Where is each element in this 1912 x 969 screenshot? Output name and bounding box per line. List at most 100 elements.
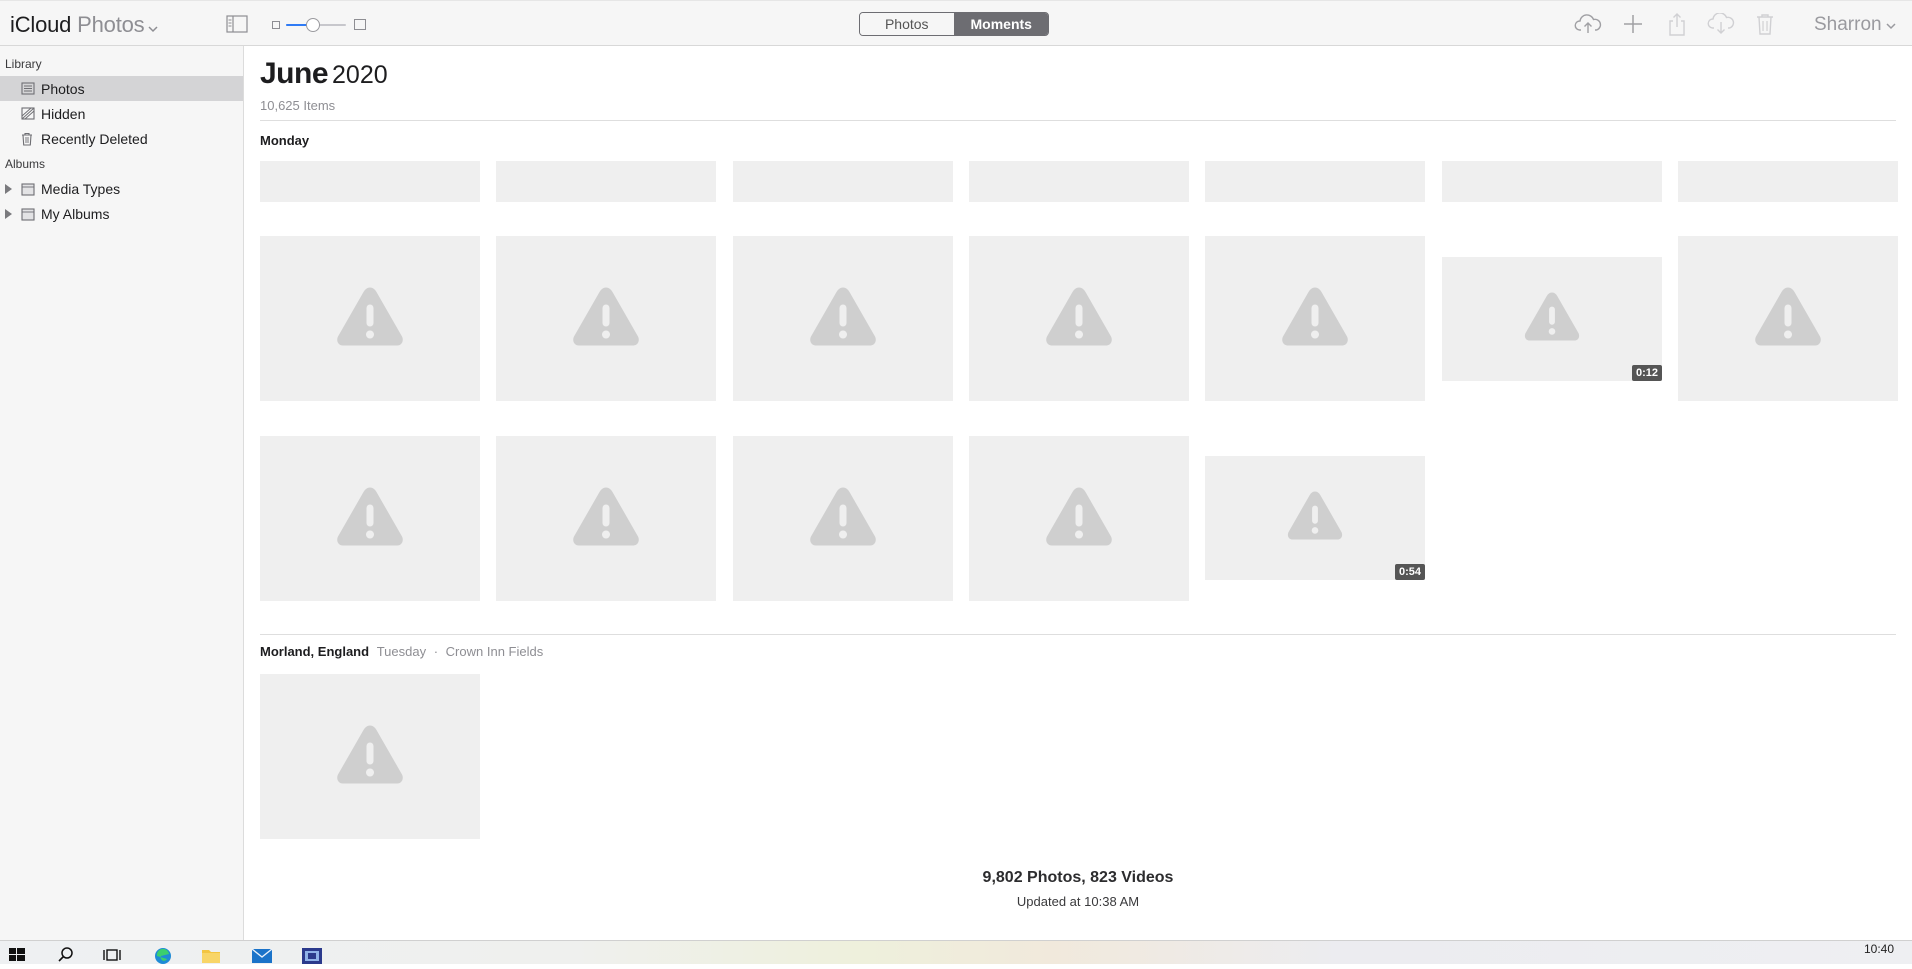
photo-thumbnail[interactable]: [260, 161, 480, 202]
sidebar-item-recently-deleted[interactable]: Recently Deleted: [0, 126, 243, 151]
trash-icon[interactable]: [1751, 11, 1779, 37]
windows-taskbar: 10:40: [0, 940, 1912, 964]
upload-icon[interactable]: [1574, 11, 1602, 37]
warning-icon: [1280, 284, 1350, 353]
photo-thumbnail[interactable]: [969, 161, 1189, 202]
sidebar-item-label: Media Types: [41, 181, 121, 197]
sidebar-item-label: My Albums: [41, 206, 110, 222]
library-totals: 9,802 Photos, 823 Videos: [982, 869, 1174, 886]
warning-icon: [1753, 284, 1823, 353]
item-count: 10,625 Items: [260, 98, 336, 113]
file-explorer-icon[interactable]: [201, 944, 221, 963]
warning-icon: [808, 484, 878, 553]
library-header: Library: [5, 57, 42, 71]
photo-thumbnail[interactable]: [733, 236, 953, 401]
moment-separator: ·: [433, 644, 439, 659]
photo-thumbnail[interactable]: [969, 236, 1189, 401]
sidebar-item-label: Photos: [41, 81, 85, 97]
hidden-icon: [21, 107, 35, 121]
warning-icon: [1044, 284, 1114, 353]
video-thumbnail[interactable]: 0:54: [1205, 456, 1425, 580]
disclosure-triangle-icon[interactable]: [5, 209, 12, 219]
photo-thumbnail[interactable]: [260, 236, 480, 401]
photo-thumbnail[interactable]: [260, 436, 480, 601]
warning-icon: [571, 484, 641, 553]
app-title-menu[interactable]: iCloud Photos: [10, 12, 158, 39]
search-icon[interactable]: [57, 944, 77, 962]
add-icon[interactable]: [1619, 11, 1647, 37]
zoom-track[interactable]: [286, 18, 346, 32]
edge-icon[interactable]: [153, 944, 173, 964]
photo-thumbnail[interactable]: [260, 674, 480, 839]
divider: [260, 120, 1896, 121]
moment-place: Morland, England: [260, 644, 370, 659]
chevron-down-icon: [148, 13, 158, 39]
moment-day: Tuesday: [376, 644, 427, 659]
divider: [260, 634, 1896, 635]
disclosure-triangle-icon[interactable]: [5, 184, 12, 194]
moment-sublocation[interactable]: Crown Inn Fields: [446, 644, 544, 659]
app-product: Photos: [77, 12, 145, 37]
last-updated: Updated at 10:38 AM: [1016, 894, 1140, 909]
sidebar-item-photos[interactable]: Photos: [0, 76, 243, 101]
task-view-icon[interactable]: [103, 944, 123, 962]
folder-icon: [21, 207, 35, 221]
app-icon[interactable]: [301, 944, 322, 964]
trash-icon: [21, 132, 35, 146]
chevron-down-icon: [1886, 14, 1896, 36]
photo-thumbnail[interactable]: [496, 236, 716, 401]
video-duration-badge: 0:12: [1631, 365, 1662, 381]
sidebar-item-label: Recently Deleted: [41, 131, 148, 147]
video-thumbnail[interactable]: 0:12: [1442, 257, 1662, 381]
photo-grid-view: June 2020 10,625 Items Monday 0:12 0:54 Mo…: [244, 46, 1912, 940]
top-toolbar: iCloud Photos Photos Moments Sharron: [0, 0, 1912, 46]
photos-icon: [21, 82, 35, 96]
folder-icon: [21, 182, 35, 196]
zoom-slider[interactable]: [272, 17, 368, 33]
view-switcher: Photos Moments: [859, 12, 1049, 36]
mail-icon[interactable]: [251, 944, 273, 963]
warning-icon: [335, 284, 405, 353]
photo-thumbnail[interactable]: [969, 436, 1189, 601]
moment-day-label: Monday: [260, 133, 310, 148]
photo-thumbnail[interactable]: [496, 161, 716, 202]
windows-start-icon[interactable]: [8, 944, 28, 962]
moment-location-header: Morland, England Tuesday · Crown Inn Fie…: [260, 644, 543, 659]
app-brand: iCloud: [10, 12, 72, 37]
warning-icon: [1044, 484, 1114, 553]
warning-icon: [335, 484, 405, 553]
photo-thumbnail[interactable]: [733, 161, 953, 202]
warning-icon: [335, 722, 405, 791]
sidebar-item-my-albums[interactable]: My Albums: [0, 201, 243, 226]
year-label: 2020: [332, 61, 388, 89]
large-thumbnail-icon: [354, 19, 366, 30]
sidebar-item-media-types[interactable]: Media Types: [0, 176, 243, 201]
photo-thumbnail[interactable]: [496, 436, 716, 601]
page-title: June 2020: [260, 57, 388, 91]
tab-moments[interactable]: Moments: [954, 13, 1048, 35]
download-icon[interactable]: [1707, 11, 1735, 37]
user-menu[interactable]: Sharron: [1814, 14, 1896, 36]
taskbar-clock[interactable]: 10:40: [1864, 943, 1894, 956]
user-name: Sharron: [1814, 14, 1882, 36]
photo-thumbnail[interactable]: [1678, 161, 1898, 202]
video-duration-badge: 0:54: [1394, 564, 1425, 580]
warning-icon: [1286, 489, 1344, 547]
photo-thumbnail[interactable]: [733, 436, 953, 601]
photo-thumbnail[interactable]: [1442, 161, 1662, 202]
tab-photos[interactable]: Photos: [860, 13, 955, 35]
sidebar-item-label: Hidden: [41, 106, 86, 122]
sidebar: Library Photos Hidden Recently Deleted A…: [0, 46, 244, 940]
month-label: June: [260, 57, 329, 90]
small-thumbnail-icon: [272, 21, 280, 29]
zoom-knob[interactable]: [306, 18, 320, 32]
sidebar-item-hidden[interactable]: Hidden: [0, 101, 243, 126]
photo-thumbnail[interactable]: [1205, 236, 1425, 401]
photo-thumbnail[interactable]: [1678, 236, 1898, 401]
sidebar-toggle-icon[interactable]: [226, 15, 248, 33]
warning-icon: [808, 284, 878, 353]
warning-icon: [1523, 290, 1581, 348]
photo-thumbnail[interactable]: [1205, 161, 1425, 202]
warning-icon: [571, 284, 641, 353]
share-icon[interactable]: [1663, 11, 1691, 37]
